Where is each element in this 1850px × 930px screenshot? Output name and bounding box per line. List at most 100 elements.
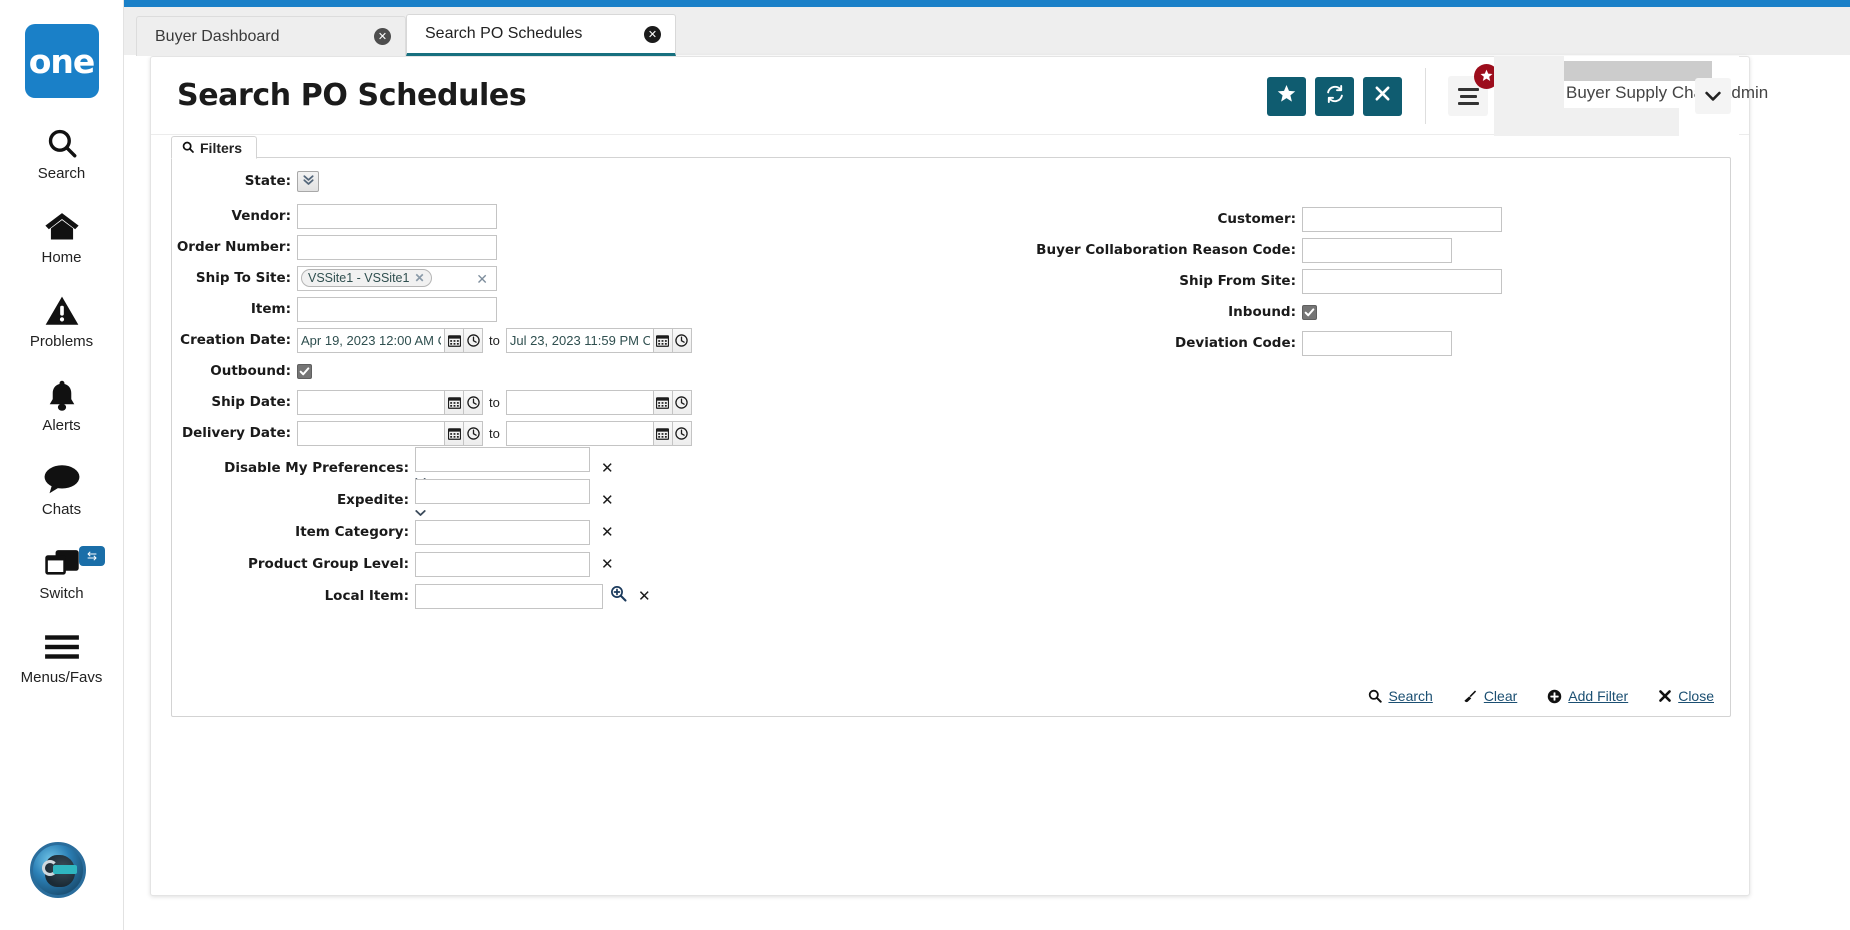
favorite-button[interactable] xyxy=(1267,76,1306,116)
chevron-down-icon[interactable] xyxy=(415,504,590,522)
menu-button[interactable] xyxy=(1448,64,1499,116)
clock-icon[interactable] xyxy=(672,420,692,446)
page-header: Search PO Schedules Buyer Supply Chain A… xyxy=(151,56,1768,136)
expedite-select[interactable] xyxy=(415,478,590,522)
close-link[interactable]: Close xyxy=(1658,688,1714,704)
calendar-icon[interactable] xyxy=(653,389,673,415)
refresh-button[interactable] xyxy=(1315,76,1354,116)
page-title: Search PO Schedules xyxy=(177,78,527,113)
item-category-input[interactable] xyxy=(415,519,590,545)
sidebar-item-switch[interactable]: ⇆ Switch xyxy=(0,544,123,602)
browser-tabbar: Buyer Dashboard ✕ Search PO Schedules ✕ xyxy=(136,14,676,56)
calendar-icon[interactable] xyxy=(445,420,464,446)
sidebar-item-alerts[interactable]: Alerts xyxy=(0,376,123,434)
calendar-icon[interactable] xyxy=(445,389,464,415)
ship-date-to-input[interactable] xyxy=(505,389,654,415)
refresh-icon xyxy=(1325,84,1345,109)
clock-icon[interactable] xyxy=(464,389,483,415)
sidebar-item-home[interactable]: Home xyxy=(0,208,123,266)
item-input[interactable] xyxy=(297,296,497,322)
swap-arrows-icon[interactable]: ⇆ xyxy=(79,546,105,566)
hamburger-icon xyxy=(44,628,79,666)
order-number-input[interactable] xyxy=(297,234,497,260)
field-expedite-row: Expedite: ✕ xyxy=(172,478,1730,516)
ship-from-site-input[interactable] xyxy=(1302,268,1502,294)
clock-icon[interactable] xyxy=(464,327,483,353)
ship-date-from-input[interactable] xyxy=(297,389,445,415)
field-item-category-row: Item Category: ✕ xyxy=(172,519,1730,545)
sidebar-item-search[interactable]: Search xyxy=(0,124,123,182)
product-group-level-input[interactable] xyxy=(415,551,590,577)
user-placeholder-block-left xyxy=(1494,56,1564,136)
field-local-item-row: Local Item: ✕ xyxy=(172,583,1730,609)
field-ship-from-site-row: Ship From Site: xyxy=(932,268,1502,294)
tab-filters[interactable]: Filters xyxy=(171,136,258,159)
calendar-icon[interactable] xyxy=(653,327,673,353)
clear-link[interactable]: Clear xyxy=(1463,688,1517,704)
broom-icon xyxy=(1463,689,1478,704)
tab-search-po-schedules[interactable]: Search PO Schedules ✕ xyxy=(406,14,676,56)
ship-date-range: to xyxy=(297,389,692,415)
avatar[interactable] xyxy=(30,842,86,898)
delivery-date-to-input[interactable] xyxy=(505,420,654,446)
add-filter-link[interactable]: Add Filter xyxy=(1547,688,1628,704)
add-filter-link-label: Add Filter xyxy=(1568,688,1629,704)
field-customer-row: Customer: xyxy=(932,206,1502,232)
star-icon xyxy=(1480,69,1493,85)
tab-buyer-dashboard[interactable]: Buyer Dashboard ✕ xyxy=(136,16,406,56)
filters-tabstrip: Filters xyxy=(171,136,258,159)
state-expand-button[interactable] xyxy=(297,170,319,192)
field-buyer-collab-reason-code-label: Buyer Collaboration Reason Code: xyxy=(1036,242,1296,258)
search-link[interactable]: Search xyxy=(1368,688,1433,704)
outbound-checkbox[interactable] xyxy=(297,363,312,379)
calendar-icon[interactable] xyxy=(445,327,464,353)
ship-to-site-clear-icon[interactable]: ✕ xyxy=(476,271,488,288)
buyer-collab-reason-code-input[interactable] xyxy=(1302,237,1452,263)
chat-bubble-icon xyxy=(44,460,80,498)
item-category-remove-icon[interactable]: ✕ xyxy=(601,523,614,541)
field-state-label: State: xyxy=(244,173,291,189)
local-item-input[interactable] xyxy=(415,583,603,609)
close-circle-icon[interactable]: ✕ xyxy=(644,25,661,43)
delivery-date-range: to xyxy=(297,420,692,446)
customer-input[interactable] xyxy=(1302,206,1502,232)
ship-to-site-input[interactable]: VSSite1 - VSSite1 ✕ ✕ xyxy=(297,265,497,291)
expedite-remove-icon[interactable]: ✕ xyxy=(601,491,614,509)
home-icon xyxy=(44,208,80,246)
user-menu[interactable]: Buyer Supply Chain Admin xyxy=(1494,56,1768,136)
creation-date-from-input[interactable] xyxy=(297,327,445,353)
deviation-code-input[interactable] xyxy=(1302,330,1452,356)
product-group-level-remove-icon[interactable]: ✕ xyxy=(601,555,614,573)
field-order-number-label: Order Number: xyxy=(176,239,291,255)
vendor-input[interactable] xyxy=(297,203,497,229)
magnifier-plus-icon[interactable] xyxy=(610,585,627,607)
clock-icon[interactable] xyxy=(672,389,692,415)
ship-to-site-chip[interactable]: VSSite1 - VSSite1 ✕ xyxy=(301,269,432,287)
sidebar-item-label: Switch xyxy=(39,585,84,602)
sidebar-item-problems[interactable]: Problems xyxy=(0,292,123,350)
app-logo[interactable]: one xyxy=(24,24,99,98)
filters-panel: Filters State: Vendor: Order Number: Shi… xyxy=(171,136,1731,717)
clock-icon[interactable] xyxy=(464,420,483,446)
chevron-down-icon[interactable] xyxy=(1695,78,1731,114)
sidebar-item-chats[interactable]: Chats xyxy=(0,460,123,518)
sidebar-item-label: Home xyxy=(41,249,82,266)
local-item-remove-icon[interactable]: ✕ xyxy=(638,587,651,605)
disable-my-preferences-value xyxy=(415,446,590,472)
delivery-date-from-input[interactable] xyxy=(297,420,445,446)
chip-remove-icon[interactable]: ✕ xyxy=(414,271,424,285)
filters-right-column: Customer: Buyer Collaboration Reason Cod… xyxy=(932,168,1502,361)
calendar-icon[interactable] xyxy=(653,420,673,446)
creation-date-to-label: to xyxy=(489,332,500,348)
close-button[interactable] xyxy=(1363,76,1402,116)
warning-triangle-icon xyxy=(45,292,79,330)
clock-icon[interactable] xyxy=(672,327,692,353)
switch-windows-icon xyxy=(44,544,80,582)
close-circle-icon[interactable]: ✕ xyxy=(374,28,391,45)
disable-my-preferences-remove-icon[interactable]: ✕ xyxy=(601,459,614,477)
sidebar-item-menus-favs[interactable]: Menus/Favs xyxy=(0,628,123,686)
inbound-checkbox[interactable] xyxy=(1302,304,1317,320)
search-icon xyxy=(182,140,194,156)
field-product-group-level-row: Product Group Level: ✕ xyxy=(172,551,1730,577)
creation-date-to-input[interactable] xyxy=(505,327,654,353)
